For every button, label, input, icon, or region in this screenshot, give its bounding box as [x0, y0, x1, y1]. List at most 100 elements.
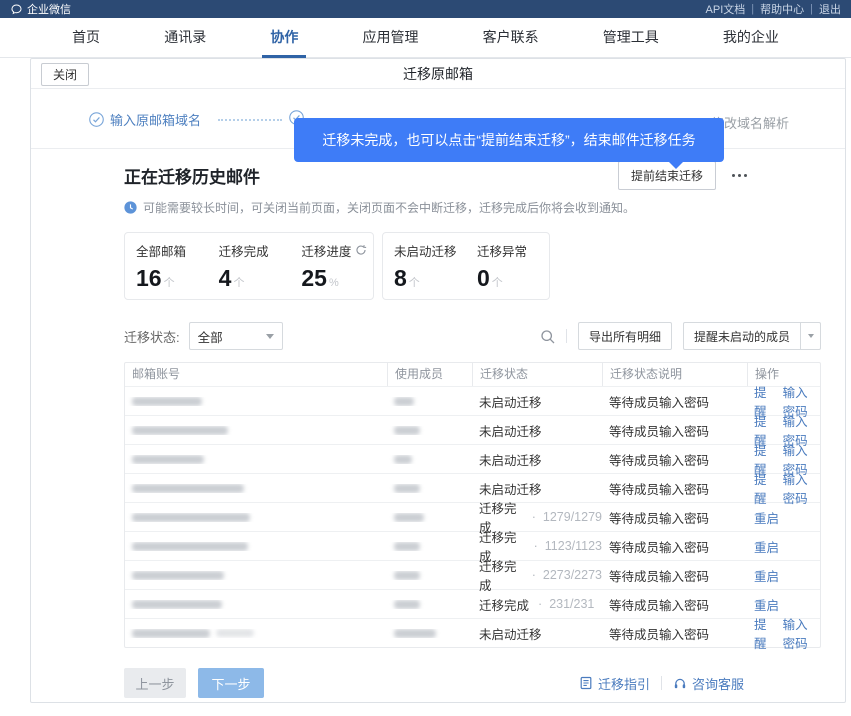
status-description: 等待成员输入密码 — [609, 624, 709, 643]
action-link[interactable]: 重启 — [754, 508, 779, 527]
status-text: 未启动迁移 — [479, 392, 542, 411]
blurred-email — [132, 397, 202, 406]
nav-tab-3[interactable]: 协作 — [262, 18, 306, 58]
blurred-member — [394, 629, 436, 638]
guide-label: 迁移指引 — [598, 674, 650, 693]
remind-button-group: 提醒未启动的成员 — [683, 322, 821, 350]
nav-tab-4[interactable]: 应用管理 — [354, 18, 426, 58]
filter-label: 迁移状态: — [124, 327, 180, 346]
topbar-links: API文档|帮助中心|退出 — [706, 1, 841, 17]
divider — [661, 676, 662, 690]
nav-tab-7[interactable]: 我的企业 — [715, 18, 787, 58]
tooltip: 迁移未完成，也可以点击“提前结束迁移”，结束邮件迁移任务 — [294, 118, 724, 162]
status-description: 等待成员输入密码 — [609, 566, 709, 585]
search-icon[interactable] — [540, 329, 555, 344]
status-filter-select[interactable]: 全部 — [189, 322, 283, 350]
refresh-icon[interactable] — [355, 244, 367, 256]
action-link[interactable]: 提醒 — [754, 614, 773, 652]
step-enter-domain: 输入原邮箱域名 — [89, 110, 201, 129]
remind-dropdown-toggle[interactable] — [801, 322, 821, 350]
stats-row: 全部邮箱 16个 迁移完成 4个 迁移进度 25% — [124, 232, 821, 300]
note-text: 可能需要较长时间，可关闭当前页面，关闭页面不会中断迁移，迁移完成后你将会收到通知… — [143, 199, 635, 216]
nav-tab-1[interactable]: 首页 — [64, 18, 108, 58]
action-link[interactable]: 重启 — [754, 566, 779, 585]
filter-row: 迁移状态: 全部 导出所有明细 提醒未启动的成员 — [124, 322, 821, 350]
topbar-link[interactable]: 帮助中心 — [760, 1, 804, 17]
column-header-status-desc: 迁移状态说明 — [602, 363, 747, 386]
count-separator: · — [532, 510, 536, 524]
section-header: 正在迁移历史邮件 提前结束迁移 — [124, 161, 821, 190]
blurred-email — [132, 455, 204, 464]
table-row: 未启动迁移等待成员输入密码提醒输入密码 — [125, 444, 820, 473]
step-connector — [218, 119, 282, 121]
status-description: 等待成员输入密码 — [609, 595, 709, 614]
nav-tab-2[interactable]: 通讯录 — [156, 18, 214, 58]
end-migration-button[interactable]: 提前结束迁移 — [618, 161, 716, 190]
remind-button[interactable]: 提醒未启动的成员 — [683, 322, 801, 350]
chevron-down-icon — [808, 334, 814, 338]
migrated-count: 231/231 — [549, 597, 594, 611]
support-label: 咨询客服 — [692, 674, 744, 693]
topbar: 企业微信 API文档|帮助中心|退出 — [0, 0, 851, 18]
table-row: 迁移完成·2273/2273等待成员输入密码重启 — [125, 560, 820, 589]
nav-bar: 首页 通讯录 协作 应用管理 客户联系 管理工具 我的企业 — [0, 18, 851, 58]
contact-support-link[interactable]: 咨询客服 — [673, 674, 744, 693]
action-link[interactable]: 输入密码 — [783, 469, 820, 507]
blurred-email — [132, 484, 244, 493]
blurred-member — [394, 600, 420, 609]
blurred-email — [132, 600, 222, 609]
nav-tab-6[interactable]: 管理工具 — [595, 18, 667, 58]
action-link[interactable]: 重启 — [754, 537, 779, 556]
table-row: 未启动迁移等待成员输入密码提醒输入密码 — [125, 386, 820, 415]
column-header-member: 使用成员 — [387, 363, 472, 386]
count-separator: · — [538, 597, 542, 611]
count-separator: · — [534, 539, 538, 553]
prev-step-button[interactable]: 上一步 — [124, 668, 186, 698]
filter-left: 迁移状态: 全部 — [124, 322, 283, 350]
step-label: 输入原邮箱域名 — [110, 110, 201, 129]
next-step-button[interactable]: 下一步 — [198, 668, 264, 698]
steps-row: 输入原邮箱域名 修改域名解析 迁移未完成，也可以点击“提前结束迁移”，结束邮件迁… — [31, 89, 845, 149]
divider — [566, 329, 567, 343]
status-text: 未启动迁移 — [479, 624, 542, 643]
check-circle-icon — [89, 112, 104, 127]
blurred-member — [394, 397, 414, 406]
main-content: 正在迁移历史邮件 提前结束迁移 可能需要较长时间，可关闭当前页面，关闭页面不会中… — [31, 149, 845, 698]
stat-migrated: 迁移完成 4个 — [208, 241, 291, 292]
column-header-status: 迁移状态 — [472, 363, 602, 386]
page-title: 迁移原邮箱 — [31, 59, 845, 89]
clock-icon — [124, 201, 137, 214]
export-button[interactable]: 导出所有明细 — [578, 322, 672, 350]
footer-buttons: 上一步 下一步 — [124, 668, 264, 698]
status-description: 等待成员输入密码 — [609, 450, 709, 469]
status-description: 等待成员输入密码 — [609, 392, 709, 411]
blurred-member — [394, 513, 424, 522]
stats-card-pending: 未启动迁移 8个 迁移异常 0个 — [382, 232, 550, 300]
status-description: 等待成员输入密码 — [609, 479, 709, 498]
migration-guide-link[interactable]: 迁移指引 — [579, 674, 650, 693]
count-separator: · — [532, 568, 536, 582]
wechat-work-logo-icon — [10, 3, 23, 16]
topbar-link[interactable]: API文档 — [706, 1, 746, 17]
card-header: 关闭 迁移原邮箱 — [31, 59, 845, 89]
action-link[interactable]: 提醒 — [754, 469, 773, 507]
status-text: 未启动迁移 — [479, 421, 542, 440]
blurred-email — [132, 629, 210, 638]
close-button[interactable]: 关闭 — [41, 63, 89, 86]
blurred-member — [394, 426, 420, 435]
blurred-member — [394, 542, 420, 551]
guide-doc-icon — [579, 676, 593, 690]
section-title: 正在迁移历史邮件 — [124, 163, 260, 188]
status-description: 等待成员输入密码 — [609, 537, 709, 556]
action-link[interactable]: 重启 — [754, 595, 779, 614]
status-text: 迁移完成 — [479, 556, 523, 594]
status-description: 等待成员输入密码 — [609, 421, 709, 440]
table-header: 邮箱账号 使用成员 迁移状态 迁移状态说明 操作 — [125, 363, 820, 386]
more-icon[interactable] — [730, 170, 749, 181]
brand-name: 企业微信 — [27, 1, 71, 17]
topbar-link[interactable]: 退出 — [819, 1, 841, 17]
filter-right: 导出所有明细 提醒未启动的成员 — [540, 322, 821, 350]
action-link[interactable]: 输入密码 — [783, 614, 820, 652]
blurred-tag — [216, 629, 254, 637]
nav-tab-5[interactable]: 客户联系 — [475, 18, 547, 58]
